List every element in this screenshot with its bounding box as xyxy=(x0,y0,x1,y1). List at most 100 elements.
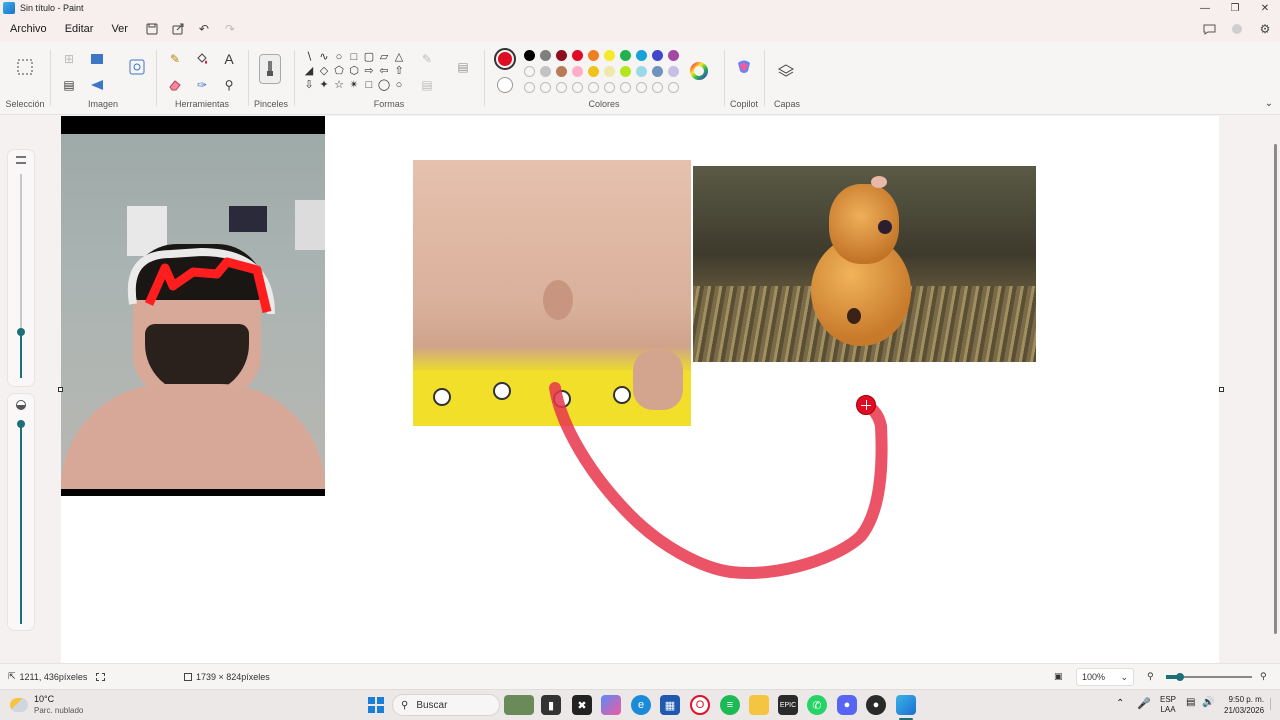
color-swatch[interactable] xyxy=(604,66,615,77)
pencil-icon[interactable]: ✎ xyxy=(164,48,186,70)
language-indicator[interactable]: ESP LAA xyxy=(1160,695,1176,715)
resize-handle-left[interactable] xyxy=(58,387,63,392)
curve-shape-icon[interactable]: ∿ xyxy=(317,50,331,64)
arrow-up-shape-icon[interactable]: ⇧ xyxy=(392,64,406,78)
slider-thumb[interactable] xyxy=(17,328,25,336)
custom-color-slot[interactable] xyxy=(588,82,599,93)
color-swatch[interactable] xyxy=(524,50,535,61)
diamond-shape-icon[interactable]: ◇ xyxy=(317,64,331,78)
color-swatch[interactable] xyxy=(636,66,647,77)
image-select-icon[interactable] xyxy=(126,56,148,78)
callout-oval-shape-icon[interactable]: ◯ xyxy=(377,78,391,92)
menu-editar[interactable]: Editar xyxy=(56,16,103,42)
pentagon-shape-icon[interactable]: ⬠ xyxy=(332,64,346,78)
shape-outline-icon[interactable]: ✎ xyxy=(416,48,438,70)
color-swatch[interactable] xyxy=(652,66,663,77)
share-icon[interactable] xyxy=(167,18,189,40)
zoom-slider-thumb[interactable] xyxy=(1176,673,1184,681)
taskbar-search[interactable]: ⚲ Buscar xyxy=(392,694,500,716)
custom-color-slot[interactable] xyxy=(524,82,535,93)
volume-icon[interactable]: 🔊 xyxy=(1202,697,1214,708)
color-swatch[interactable] xyxy=(652,50,663,61)
right-triangle-shape-icon[interactable]: ◢ xyxy=(302,64,316,78)
resize-icon[interactable] xyxy=(86,48,108,70)
custom-color-slot[interactable] xyxy=(540,82,551,93)
paint-taskbar-icon[interactable] xyxy=(896,695,916,715)
magnifier-icon[interactable]: ⚲ xyxy=(218,74,240,96)
four-point-star-shape-icon[interactable]: ✦ xyxy=(317,78,331,92)
shape-style-icon[interactable]: ▤ xyxy=(452,56,474,78)
color-swatch[interactable] xyxy=(588,66,599,77)
background-removal-icon[interactable]: ▤ xyxy=(58,74,80,96)
primary-color-selector[interactable] xyxy=(494,48,516,70)
line-shape-icon[interactable]: ∖ xyxy=(302,50,316,64)
rounded-rectangle-shape-icon[interactable]: ▢ xyxy=(362,50,376,64)
resize-handle-right[interactable] xyxy=(1219,387,1224,392)
color-swatch[interactable] xyxy=(572,66,583,77)
close-button[interactable]: ✕ xyxy=(1250,0,1280,16)
color-swatch[interactable] xyxy=(572,50,583,61)
start-windows-icon[interactable] xyxy=(366,695,386,715)
microphone-icon[interactable]: 🎤 xyxy=(1137,697,1151,710)
callout-rectangle-shape-icon[interactable]: □ xyxy=(362,78,376,92)
discord-icon[interactable]: ● xyxy=(837,695,857,715)
rectangle-shape-icon[interactable]: □ xyxy=(347,50,361,64)
color-swatch[interactable] xyxy=(540,50,551,61)
chrome-dark-icon[interactable]: ● xyxy=(866,695,886,715)
menu-ver[interactable]: Ver xyxy=(102,16,137,42)
custom-color-slot[interactable] xyxy=(556,82,567,93)
fill-bucket-icon[interactable] xyxy=(191,48,213,70)
scrollbar-thumb[interactable] xyxy=(1274,144,1277,634)
copilot-taskbar-icon[interactable] xyxy=(601,695,621,715)
arrow-down-shape-icon[interactable]: ⇩ xyxy=(302,78,316,92)
search-highlight-icon[interactable] xyxy=(504,695,534,715)
copilot-icon[interactable] xyxy=(733,56,755,78)
opacity-slider[interactable] xyxy=(8,394,34,630)
custom-color-slot[interactable] xyxy=(668,82,679,93)
minimize-button[interactable]: — xyxy=(1190,0,1220,16)
custom-color-slot[interactable] xyxy=(636,82,647,93)
triangle-shape-icon[interactable]: △ xyxy=(392,50,406,64)
color-picker-icon[interactable]: ✑ xyxy=(191,74,213,96)
callout-cloud-shape-icon[interactable]: ○ xyxy=(392,78,406,92)
color-swatch[interactable] xyxy=(556,66,567,77)
zoom-out-icon[interactable]: ⚲ xyxy=(1147,671,1154,682)
custom-color-slot[interactable] xyxy=(620,82,631,93)
tray-overflow-chevron-icon[interactable]: ⌃ xyxy=(1116,698,1124,709)
shape-fill-icon[interactable]: ▤ xyxy=(416,74,438,96)
undo-icon[interactable]: ↶ xyxy=(193,18,215,40)
color-swatch[interactable] xyxy=(620,50,631,61)
collapse-ribbon-chevron-icon[interactable]: ⌄ xyxy=(1258,92,1280,114)
eraser-icon[interactable] xyxy=(164,74,186,96)
whatsapp-icon[interactable]: ✆ xyxy=(807,695,827,715)
color-swatch[interactable] xyxy=(524,66,535,77)
file-explorer-dark-icon[interactable]: ▮ xyxy=(541,695,561,715)
opera-browser-icon[interactable]: O xyxy=(690,695,710,715)
color-swatch[interactable] xyxy=(540,66,551,77)
color-swatch[interactable] xyxy=(556,50,567,61)
zoom-slider[interactable] xyxy=(1166,673,1252,681)
settings-gear-icon[interactable]: ⚙ xyxy=(1254,18,1276,40)
brush-selector-icon[interactable] xyxy=(259,54,281,84)
show-desktop-button[interactable] xyxy=(1270,698,1276,710)
color-swatch[interactable] xyxy=(588,50,599,61)
vertical-scrollbar[interactable] xyxy=(1272,116,1278,634)
spotify-icon[interactable]: ≡ xyxy=(720,695,740,715)
brush-size-slider[interactable] xyxy=(8,150,34,386)
oval-shape-icon[interactable]: ○ xyxy=(332,50,346,64)
color-swatch[interactable] xyxy=(668,50,679,61)
account-avatar-icon[interactable] xyxy=(1226,18,1248,40)
select-rectangle-icon[interactable] xyxy=(14,56,36,78)
slider-thumb[interactable] xyxy=(17,420,25,428)
hexagon-shape-icon[interactable]: ⬡ xyxy=(347,64,361,78)
weather-widget[interactable]: 10°C Parc. nublado xyxy=(10,694,83,716)
epic-games-icon[interactable]: EPIC xyxy=(778,695,798,715)
custom-color-slot[interactable] xyxy=(572,82,583,93)
folder-icon[interactable] xyxy=(749,695,769,715)
save-icon[interactable] xyxy=(141,18,163,40)
fit-to-window-icon[interactable]: ▣ xyxy=(1054,671,1063,682)
feedback-icon[interactable] xyxy=(1198,18,1220,40)
color-swatch[interactable] xyxy=(620,66,631,77)
text-tool-icon[interactable]: A xyxy=(218,48,240,70)
five-point-star-shape-icon[interactable]: ☆ xyxy=(332,78,346,92)
